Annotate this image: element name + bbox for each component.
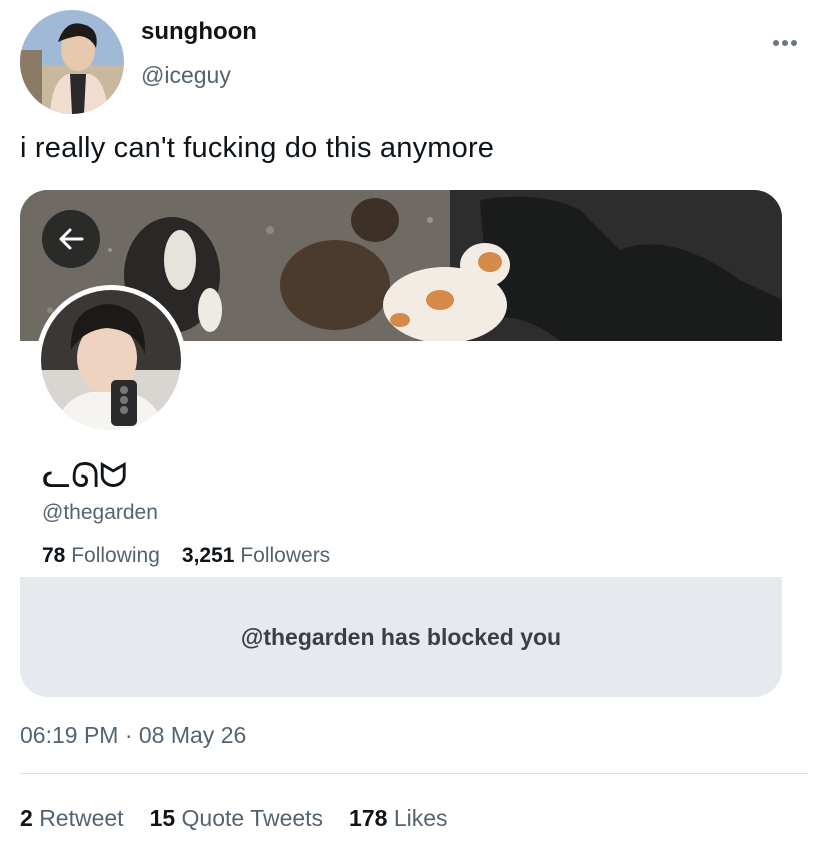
profile-avatar-image <box>41 290 181 430</box>
author-name[interactable]: sunghoon <box>141 18 257 46</box>
more-horizontal-icon <box>773 40 797 46</box>
following-link[interactable]: 78 Following <box>42 544 160 568</box>
retweets-label: Retweet <box>39 805 124 831</box>
profile-display-name: ᓚᘏᗢ <box>42 456 128 496</box>
back-button[interactable] <box>42 210 100 268</box>
profile-handle: @thegarden <box>42 501 158 524</box>
following-label: Following <box>71 544 160 567</box>
quote-tweets-link[interactable]: 15 Quote Tweets <box>150 805 323 832</box>
tweet-text: i really can't fucking do this anymore <box>20 132 495 164</box>
engagement-stats: 2 Retweet 15 Quote Tweets 178 Likes <box>20 805 448 832</box>
likes-link[interactable]: 178 Likes <box>349 805 447 832</box>
retweets-count: 2 <box>20 805 33 831</box>
blocked-notice: @thegarden has blocked you <box>20 577 782 697</box>
quote-tweets-count: 15 <box>149 805 176 831</box>
author-avatar[interactable] <box>20 10 124 114</box>
profile-card[interactable]: ᓚᘏᗢ @thegarden 78 Following 3,251 Follow… <box>20 190 782 697</box>
arrow-left-icon <box>59 228 84 250</box>
likes-count: 178 <box>349 805 388 831</box>
followers-label: Followers <box>240 544 331 567</box>
more-options-button[interactable] <box>770 28 800 58</box>
quote-tweets-label: Quote Tweets <box>181 805 324 831</box>
followers-count: 3,251 <box>181 544 235 567</box>
retweets-link[interactable]: 2 Retweet <box>20 805 124 832</box>
profile-avatar[interactable] <box>36 285 186 435</box>
following-count: 78 <box>42 544 66 567</box>
author-avatar-image <box>20 10 124 114</box>
follow-stats: 78 Following 3,251 Followers <box>42 544 330 568</box>
author-handle[interactable]: @iceguy <box>141 62 231 89</box>
tweet-timestamp[interactable]: 06:19 PM · 08 May 26 <box>20 722 246 749</box>
blocked-message: @thegarden has blocked you <box>240 623 562 650</box>
divider <box>20 773 808 774</box>
followers-link[interactable]: 3,251 Followers <box>182 544 330 568</box>
likes-label: Likes <box>393 805 448 831</box>
